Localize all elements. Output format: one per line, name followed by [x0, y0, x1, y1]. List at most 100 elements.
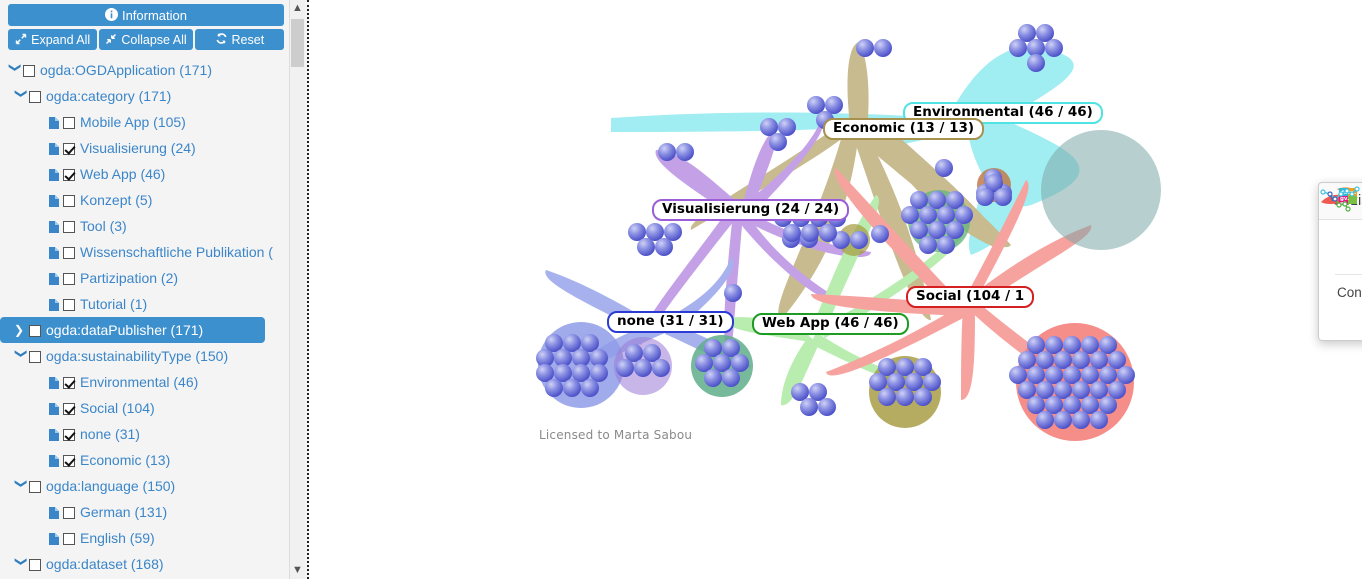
- facet-checkbox[interactable]: [63, 117, 75, 129]
- tree-node[interactable]: Visualisierung (24): [0, 135, 292, 161]
- tree-action-row: Expand All Collapse All Reset: [8, 29, 285, 52]
- facet-checkbox[interactable]: [63, 143, 75, 155]
- tree-node-label: Konzept (5): [80, 192, 153, 208]
- document-icon: [49, 215, 63, 239]
- facet-checkbox[interactable]: [63, 377, 75, 389]
- document-icon: [49, 241, 63, 265]
- tree-node[interactable]: German (131): [0, 499, 292, 525]
- tree-node-label: Wissenschaftliche Publikation (: [80, 244, 273, 260]
- refresh-icon: [215, 31, 228, 52]
- document-icon: [49, 501, 63, 525]
- sidebar-toolbar: Information Expand All Collapse All Rese…: [0, 0, 292, 50]
- tree-node[interactable]: ❯ ogda:OGDApplication (171): [0, 57, 292, 83]
- expand-all-button[interactable]: Expand All: [8, 29, 98, 52]
- facet-checkbox[interactable]: [23, 65, 35, 77]
- facet-checkbox[interactable]: [63, 299, 75, 311]
- tree-node[interactable]: English (59): [0, 525, 292, 551]
- tree-node-label: Social (104): [80, 400, 155, 416]
- document-icon: [49, 371, 63, 395]
- sidebar-content: Information Expand All Collapse All Rese…: [0, 0, 292, 579]
- tree-node-label: ogda:category (171): [46, 88, 172, 104]
- graph-label-webapp[interactable]: Web App (46 / 46): [752, 313, 909, 335]
- tree-node[interactable]: Tool (3): [0, 213, 292, 239]
- document-icon: [49, 449, 63, 473]
- document-icon: [49, 397, 63, 421]
- collapse-all-button[interactable]: Collapse All: [99, 29, 193, 50]
- tree-node-label: Tutorial (1): [80, 296, 148, 312]
- tree-node[interactable]: Economic (13): [0, 447, 292, 473]
- facet-checkbox[interactable]: [63, 221, 75, 233]
- tree-node[interactable]: ❯ ogda:dataset (168): [0, 551, 292, 577]
- scrollbar-thumb[interactable]: [291, 19, 304, 67]
- facet-checkbox[interactable]: [29, 559, 41, 571]
- facet-checkbox[interactable]: [29, 325, 41, 337]
- application-window: Information Expand All Collapse All Rese…: [0, 0, 1362, 579]
- facet-checkbox[interactable]: [63, 195, 75, 207]
- tree-node-label: Partizipation (2): [80, 270, 179, 286]
- document-icon: [49, 163, 63, 187]
- tree-node-label: ogda:OGDApplication (171): [40, 62, 212, 78]
- tree-node[interactable]: Social (104): [0, 395, 292, 421]
- tree-node-label: Economic (13): [80, 452, 171, 468]
- tree-node-label: Visualisierung (24): [80, 140, 196, 156]
- graph-label-none[interactable]: none (31 / 31): [607, 311, 734, 333]
- document-icon: [49, 423, 63, 447]
- tree-node-label: English (59): [80, 530, 155, 546]
- collapse-all-label: Collapse All: [121, 33, 187, 47]
- tree-node[interactable]: ❯ ogda:sustainabilityType (150): [0, 343, 292, 369]
- information-button[interactable]: Information: [8, 4, 284, 26]
- facet-checkbox[interactable]: [29, 351, 41, 363]
- facet-checkbox[interactable]: [63, 429, 75, 441]
- graph-edges-and-clusters: [536, 24, 1161, 441]
- scroll-up-arrow[interactable]: ▲: [290, 0, 305, 17]
- tree-node[interactable]: Environmental (46): [0, 369, 292, 395]
- document-icon: [49, 111, 63, 135]
- document-icon: [49, 293, 63, 317]
- expand-arrows-icon: [15, 31, 27, 52]
- graph-label-social[interactable]: Social (104 / 1: [906, 286, 1035, 308]
- scroll-down-arrow[interactable]: ▼: [290, 562, 305, 579]
- document-icon: [49, 137, 63, 161]
- tree-node-label: Environmental (46): [80, 374, 199, 390]
- facet-checkbox[interactable]: [63, 533, 75, 545]
- graph-canvas[interactable]: Environmental (46 / 46) Economic (13 / 1…: [311, 0, 1362, 579]
- tree-node-label: ogda:language (150): [46, 478, 176, 494]
- tree-node-label: Web App (46): [80, 166, 166, 182]
- info-circle-icon: [104, 6, 118, 28]
- document-icon: [49, 527, 63, 551]
- tree-node-label: ogda:dataset (168): [46, 556, 164, 572]
- tree-node-label: Tool (3): [80, 218, 127, 234]
- facet-checkbox[interactable]: [29, 481, 41, 493]
- tree-node[interactable]: Konzept (5): [0, 187, 292, 213]
- tree-node[interactable]: Wissenschaftliche Publikation (: [0, 239, 292, 265]
- tree-node-label: ogda:sustainabilityType (150): [46, 348, 229, 364]
- reset-button[interactable]: Reset: [194, 29, 285, 52]
- facet-checkbox[interactable]: [63, 455, 75, 467]
- graph-label-visualisierung[interactable]: Visualisierung (24 / 24): [652, 199, 850, 221]
- chevron-right-icon[interactable]: ❯: [14, 317, 29, 343]
- expand-all-label: Expand All: [31, 33, 91, 47]
- tree-node[interactable]: none (31): [0, 421, 292, 447]
- tree-node[interactable]: Tutorial (1): [0, 291, 292, 317]
- facet-checkbox[interactable]: [29, 91, 41, 103]
- tree-node[interactable]: ❯ ogda:language (150): [0, 473, 292, 499]
- tree-node[interactable]: Partizipation (2): [0, 265, 292, 291]
- tree-node-label: Mobile App (105): [80, 114, 186, 130]
- tree-node-label: German (131): [80, 504, 168, 520]
- facet-checkbox[interactable]: [63, 247, 75, 259]
- sidebar-scrollbar[interactable]: ▲ ▼: [289, 0, 305, 579]
- facet-checkbox[interactable]: [63, 273, 75, 285]
- tree-node[interactable]: ❯ ogda:category (171): [0, 83, 292, 109]
- tree-node[interactable]: ❯ ogda:dataPublisher (171): [0, 317, 265, 343]
- document-icon: [49, 189, 63, 213]
- popup-logo-row: data. gv. at: [1319, 186, 1362, 274]
- facet-checkbox[interactable]: [63, 169, 75, 181]
- facet-checkbox[interactable]: [63, 507, 75, 519]
- facet-checkbox[interactable]: [63, 403, 75, 415]
- graph-label-economic[interactable]: Economic (13 / 13): [823, 118, 985, 140]
- tree-node[interactable]: Web App (46): [0, 161, 292, 187]
- tree-node[interactable]: Mobile App (105): [0, 109, 292, 135]
- node-detail-popup: Sozialmärkte Wien ✕ data. gv. at: [1318, 182, 1362, 341]
- contact-label: Contact: [1337, 285, 1362, 300]
- information-button-label: Information: [121, 8, 188, 23]
